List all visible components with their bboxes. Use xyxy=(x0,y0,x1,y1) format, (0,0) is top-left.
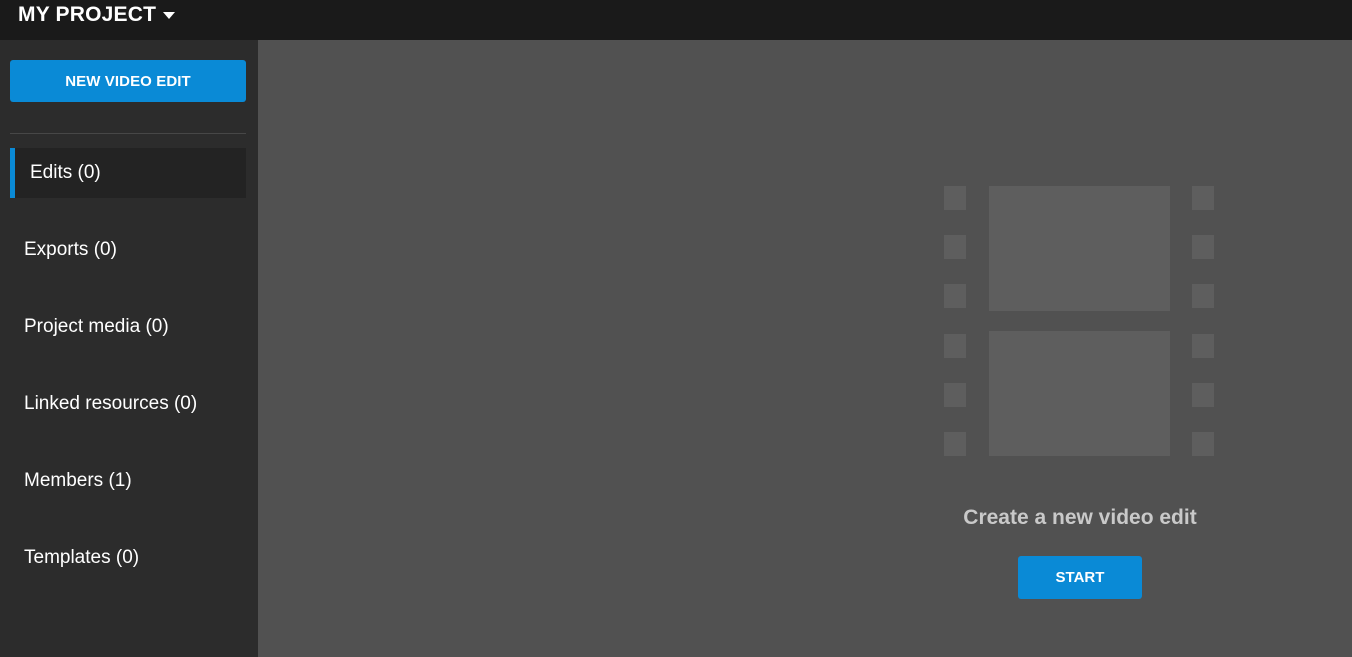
sidebar-item-project-media[interactable]: Project media (0) xyxy=(10,302,246,352)
sidebar-item-members[interactable]: Members (1) xyxy=(10,456,246,506)
project-menu[interactable]: MY PROJECT xyxy=(18,0,176,30)
top-bar: MY PROJECT xyxy=(0,0,1352,40)
sidebar-item-templates[interactable]: Templates (0) xyxy=(10,533,246,583)
new-video-edit-button[interactable]: NEW VIDEO EDIT xyxy=(10,60,246,102)
sidebar-item-linked-resources[interactable]: Linked resources (0) xyxy=(10,379,246,429)
sidebar-item-exports[interactable]: Exports (0) xyxy=(10,225,246,275)
caret-down-icon xyxy=(163,12,176,19)
project-title: MY PROJECT xyxy=(18,3,157,26)
start-button[interactable]: START xyxy=(1018,556,1142,599)
film-strip-icon xyxy=(944,186,1214,456)
empty-state-title: Create a new video edit xyxy=(963,506,1197,529)
sidebar-divider xyxy=(10,133,246,134)
sidebar: NEW VIDEO EDIT Edits (0) Exports (0) Pro… xyxy=(0,40,258,657)
sidebar-item-edits[interactable]: Edits (0) xyxy=(10,148,246,198)
